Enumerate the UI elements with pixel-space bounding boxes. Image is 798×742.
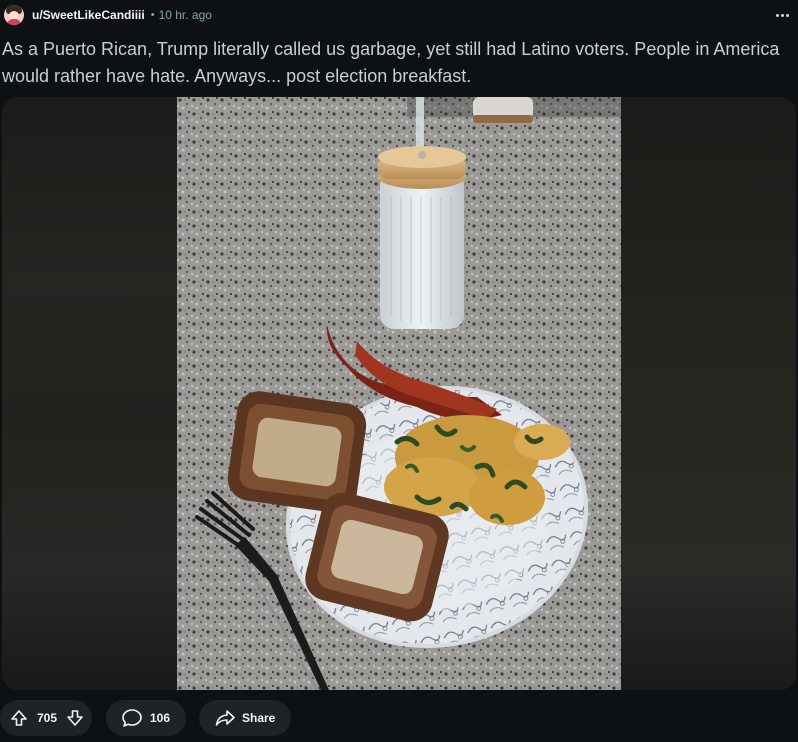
breakfast-illustration [177, 97, 621, 690]
media-blur-right [621, 97, 796, 690]
post-author[interactable]: u/SweetLikeCandiiii [32, 8, 145, 22]
post-media[interactable] [2, 97, 796, 690]
share-label: Share [242, 711, 276, 725]
upvote-count: 705 [37, 711, 58, 725]
comments-button[interactable]: 106 [106, 700, 186, 736]
meta-separator: • [150, 9, 155, 21]
post-header: u/SweetLikeCandiiii • 10 hr. ago [4, 4, 798, 26]
arrow-up-icon[interactable] [10, 709, 28, 727]
post-title[interactable]: As a Puerto Rican, Trump literally calle… [2, 36, 794, 90]
more-options-icon[interactable] [772, 6, 792, 24]
arrow-down-icon[interactable] [66, 709, 84, 727]
comment-count: 106 [150, 711, 171, 725]
user-avatar-icon[interactable] [4, 5, 24, 25]
post-timestamp: 10 hr. ago [158, 8, 212, 22]
comment-bubble-icon [121, 708, 143, 728]
post-actions: 705 106 Share [0, 700, 798, 736]
breakfast-photo[interactable] [177, 97, 621, 690]
media-blur-left [2, 97, 177, 690]
vote-control: 705 [0, 700, 92, 736]
share-button[interactable]: Share [199, 700, 291, 736]
share-arrow-icon [215, 709, 235, 727]
